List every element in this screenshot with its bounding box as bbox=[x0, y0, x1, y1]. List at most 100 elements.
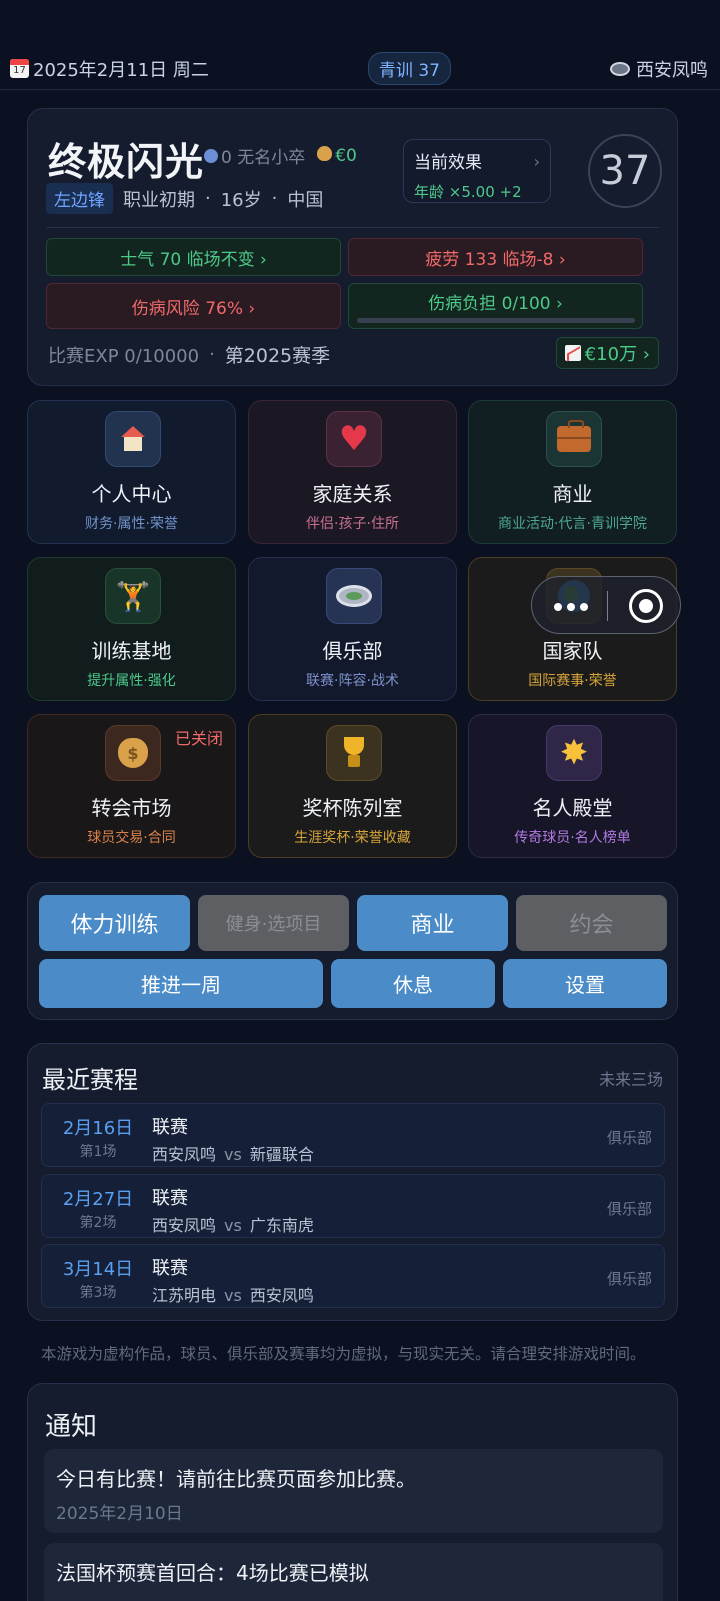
home-team: 西安凤鸣 bbox=[152, 1216, 217, 1235]
match-round: 第1场 bbox=[79, 1144, 117, 1160]
injury-load-stat[interactable]: 伤病负担 0/100 › bbox=[348, 283, 643, 329]
house-icon bbox=[105, 411, 161, 467]
tile-family[interactable]: ♥ 家庭关系 伴侣·孩子·住所 bbox=[248, 400, 457, 544]
stamina-training-button[interactable]: 体力训练 bbox=[39, 895, 190, 951]
money-info: €0 bbox=[317, 145, 357, 166]
match-type: 联赛 bbox=[152, 1117, 188, 1138]
match-row[interactable]: 3月14日 第3场 联赛 江苏明电 vs 西安凤鸣 俱乐部 bbox=[41, 1244, 665, 1308]
season-label: 第2025赛季 bbox=[224, 345, 331, 367]
injury-load-bar bbox=[356, 318, 635, 323]
injury-load-text: 伤病负担 0/100 › bbox=[428, 294, 563, 314]
tile-business[interactable]: 商业 商业活动·代言·青训学院 bbox=[468, 400, 677, 544]
fatigue-stat[interactable]: 疲劳 133 临场-8 › bbox=[348, 238, 643, 276]
match-teams: 西安凤鸣 vs 新疆联合 bbox=[152, 1141, 314, 1165]
tile-subtitle: 联赛·阵容·战术 bbox=[306, 673, 399, 689]
tile-subtitle: 商业活动·代言·青训学院 bbox=[498, 516, 647, 532]
fans-icon bbox=[204, 149, 218, 163]
fitness-select-button[interactable]: 健身·选项目 bbox=[198, 895, 349, 951]
notice-item[interactable]: 今日有比赛！请前往比赛页面参加比赛。 2025年2月10日 bbox=[44, 1449, 663, 1533]
current-date: 2025年2月11日 周二 bbox=[33, 59, 209, 81]
fans-text: 0 无名小卒 bbox=[221, 148, 306, 168]
notice-item[interactable]: 法国杯预赛首回合：4场比赛已模拟 bbox=[44, 1543, 663, 1601]
briefcase-icon bbox=[546, 411, 602, 467]
tile-subtitle: 伴侣·孩子·住所 bbox=[306, 516, 399, 532]
star-icon: ✸ bbox=[546, 725, 602, 781]
match-tag: 俱乐部 bbox=[606, 1129, 652, 1147]
tile-title: 个人中心 bbox=[91, 482, 172, 506]
notice-text: 今日有比赛！请前往比赛页面参加比赛。 bbox=[56, 1467, 416, 1491]
capsule-divider bbox=[607, 591, 608, 621]
date-button[interactable]: 约会 bbox=[516, 895, 667, 951]
tile-subtitle: 生涯奖杯·荣誉收藏 bbox=[294, 830, 411, 846]
more-options-icon[interactable] bbox=[554, 603, 588, 611]
away-team: 新疆联合 bbox=[249, 1145, 314, 1164]
closed-badge: 已关闭 bbox=[174, 729, 223, 748]
match-date: 2月27日 bbox=[62, 1189, 134, 1210]
settings-button[interactable]: 设置 bbox=[503, 959, 667, 1008]
tile-title: 家庭关系 bbox=[312, 482, 393, 506]
separator-dot: · bbox=[271, 188, 278, 209]
match-tag: 俱乐部 bbox=[606, 1200, 652, 1218]
chart-up-icon bbox=[564, 345, 581, 361]
stadium-icon bbox=[326, 568, 382, 624]
player-profile-card: 终极闪光 0 无名小卒 €0 当前效果 › 年龄 ×5.00 +2 37 左边锋… bbox=[27, 108, 678, 386]
player-age: 16岁 bbox=[220, 189, 262, 211]
home-team: 江苏明电 bbox=[152, 1286, 217, 1305]
advance-week-button[interactable]: 推进一周 bbox=[39, 959, 323, 1008]
effect-value: 年龄 ×5.00 +2 bbox=[414, 183, 522, 201]
calendar-icon bbox=[10, 59, 29, 78]
date-display: 2025年2月11日 周二 bbox=[10, 56, 209, 82]
notice-text: 法国杯预赛首回合：4场比赛已模拟 bbox=[56, 1561, 369, 1585]
morale-stat[interactable]: 士气 70 临场不变 › bbox=[46, 238, 341, 276]
rest-button[interactable]: 休息 bbox=[331, 959, 495, 1008]
match-round: 第2场 bbox=[79, 1215, 117, 1231]
career-stage: 职业初期 bbox=[123, 189, 195, 211]
tile-title: 训练基地 bbox=[91, 639, 172, 663]
floating-capsule-control bbox=[531, 576, 681, 634]
player-level: 37 bbox=[588, 134, 662, 208]
player-name: 终极闪光 bbox=[48, 140, 205, 184]
trophy-icon bbox=[326, 725, 382, 781]
money-text: €0 bbox=[335, 145, 357, 166]
tile-subtitle: 财务·属性·荣誉 bbox=[85, 516, 178, 532]
top-status-bar: 2025年2月11日 周二 青训 37 西安凤鸣 bbox=[0, 48, 720, 90]
tile-training-base[interactable]: 🏋 训练基地 提升属性·强化 bbox=[27, 557, 236, 701]
player-meta: 0 无名小卒 €0 bbox=[204, 143, 357, 168]
away-team: 西安凤鸣 bbox=[249, 1286, 314, 1305]
current-effect-button[interactable]: 当前效果 › 年龄 ×5.00 +2 bbox=[403, 139, 551, 203]
tile-title: 商业 bbox=[552, 482, 593, 506]
tile-title: 名人殿堂 bbox=[532, 796, 613, 820]
tile-title: 转会市场 bbox=[91, 796, 172, 820]
exp-row: 比赛EXP 0/10000 · 第2025赛季 bbox=[48, 341, 330, 368]
tile-hall-of-fame[interactable]: ✸ 名人殿堂 传奇球员·名人榜单 bbox=[468, 714, 677, 858]
divider bbox=[46, 227, 659, 228]
match-row[interactable]: 2月16日 第1场 联赛 西安凤鸣 vs 新疆联合 俱乐部 bbox=[41, 1103, 665, 1167]
tile-subtitle: 传奇球员·名人榜单 bbox=[514, 830, 631, 846]
vs-label: vs bbox=[224, 1286, 242, 1305]
vs-label: vs bbox=[224, 1216, 242, 1235]
effect-title: 当前效果 bbox=[414, 153, 482, 173]
youth-academy-badge[interactable]: 青训 37 bbox=[367, 52, 451, 85]
home-team: 西安凤鸣 bbox=[152, 1145, 217, 1164]
heart-icon: ♥ bbox=[326, 411, 382, 467]
match-teams: 西安凤鸣 vs 广东南虎 bbox=[152, 1212, 314, 1236]
injury-risk-stat[interactable]: 伤病风险 76% › bbox=[46, 283, 341, 329]
market-value-button[interactable]: €10万 › bbox=[555, 337, 659, 369]
match-row[interactable]: 2月27日 第2场 联赛 西安凤鸣 vs 广东南虎 俱乐部 bbox=[41, 1174, 665, 1238]
money-bag-icon bbox=[317, 145, 333, 161]
schedule-hint: 未来三场 bbox=[598, 1070, 663, 1089]
tile-club[interactable]: 俱乐部 联赛·阵容·战术 bbox=[248, 557, 457, 701]
separator-dot: · bbox=[205, 188, 211, 209]
market-value: €10万 › bbox=[584, 344, 650, 365]
separator-dot: · bbox=[209, 344, 215, 365]
match-teams: 江苏明电 vs 西安凤鸣 bbox=[152, 1282, 314, 1306]
club-display[interactable]: 西安凤鸣 bbox=[610, 56, 708, 82]
match-type: 联赛 bbox=[152, 1258, 188, 1279]
tile-transfer-market[interactable]: $ 已关闭 转会市场 球员交易·合同 bbox=[27, 714, 236, 858]
business-button[interactable]: 商业 bbox=[357, 895, 508, 951]
match-exp: 比赛EXP 0/10000 bbox=[48, 345, 200, 367]
close-target-icon[interactable] bbox=[629, 589, 663, 623]
tile-personal-center[interactable]: 个人中心 财务·属性·荣誉 bbox=[27, 400, 236, 544]
tile-trophy-room[interactable]: 奖杯陈列室 生涯奖杯·荣誉收藏 bbox=[248, 714, 457, 858]
tile-title: 国家队 bbox=[542, 639, 603, 663]
